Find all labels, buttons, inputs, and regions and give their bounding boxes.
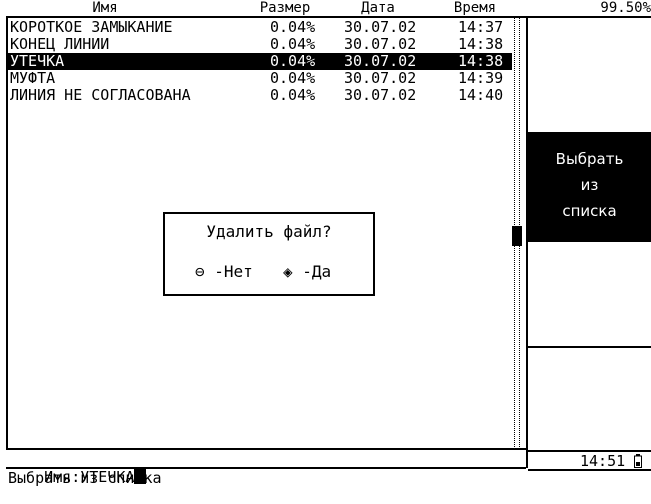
file-name: КОНЕЦ ЛИНИИ [10, 35, 110, 53]
column-header-name[interactable]: Имя [60, 0, 150, 16]
file-time: 14:38 [458, 52, 504, 70]
file-row-selected[interactable]: УТЕЧКА 0.04% 30.07.02 14:38 [8, 53, 512, 70]
delete-confirm-dialog: Удалить файл? ⊖ -Нет ◈ -Да [163, 212, 375, 296]
side-panel-border [526, 16, 528, 468]
column-header-size[interactable]: Размер [250, 0, 320, 16]
side-button-line1: Выбрать [555, 150, 624, 168]
file-name: ЛИНИЯ НЕ СОГЛАСОВАНА [10, 86, 191, 104]
side-button-line2: из [580, 176, 599, 194]
file-row[interactable]: КОРОТКОЕ ЗАМЫКАНИЕ 0.04% 30.07.02 14:37 [8, 19, 512, 36]
file-date: 30.07.02 [344, 18, 417, 36]
column-header-date[interactable]: Дата [348, 0, 408, 16]
file-name: МУФТА [10, 69, 56, 87]
no-label: -Нет [214, 262, 253, 281]
free-space-indicator: 99.50% [600, 0, 651, 16]
no-key-icon: ⊖ [195, 262, 205, 281]
file-size: 0.04% [270, 18, 316, 36]
yes-key-icon: ◈ [283, 262, 293, 281]
yes-label: -Да [302, 262, 332, 281]
file-date: 30.07.02 [344, 86, 417, 104]
clock-time: 14:51 [580, 452, 626, 470]
file-time: 14:37 [458, 18, 504, 36]
name-field[interactable]: Имя:УТЕЧКА [8, 450, 147, 486]
file-time: 14:39 [458, 69, 504, 87]
clock-bottom-divider [528, 469, 651, 471]
clock: 14:51 [580, 452, 643, 470]
side-button-line3: списка [562, 202, 617, 220]
file-date: 30.07.02 [344, 35, 417, 53]
file-time: 14:38 [458, 35, 504, 53]
scrollbar-thumb[interactable] [512, 226, 522, 246]
file-name: УТЕЧКА [10, 52, 65, 70]
file-name: КОРОТКОЕ ЗАМЫКАНИЕ [10, 18, 173, 36]
side-panel-divider [528, 346, 651, 348]
dialog-option-yes[interactable]: ◈ -Да [283, 262, 331, 281]
select-from-list-button[interactable]: Выбрать из списка [528, 132, 651, 242]
file-row[interactable]: ЛИНИЯ НЕ СОГЛАСОВАНА 0.04% 30.07.02 14:4… [8, 87, 512, 104]
file-row[interactable]: КОНЕЦ ЛИНИИ 0.04% 30.07.02 14:38 [8, 36, 512, 53]
file-time: 14:40 [458, 86, 504, 104]
battery-icon [634, 454, 643, 468]
dialog-option-no[interactable]: ⊖ -Нет [195, 262, 253, 281]
file-row[interactable]: МУФТА 0.04% 30.07.02 14:39 [8, 70, 512, 87]
column-header-time[interactable]: Время [440, 0, 510, 16]
file-size: 0.04% [270, 35, 316, 53]
file-manager-screen: Имя Размер Дата Время 99.50% КОРОТКОЕ ЗА… [0, 0, 651, 488]
status-line: Выбрать из списка [8, 469, 162, 487]
dialog-title: Удалить файл? [206, 222, 332, 241]
file-size: 0.04% [270, 69, 316, 87]
file-date: 30.07.02 [344, 52, 417, 70]
file-size: 0.04% [270, 52, 316, 70]
file-date: 30.07.02 [344, 69, 417, 87]
file-size: 0.04% [270, 86, 316, 104]
